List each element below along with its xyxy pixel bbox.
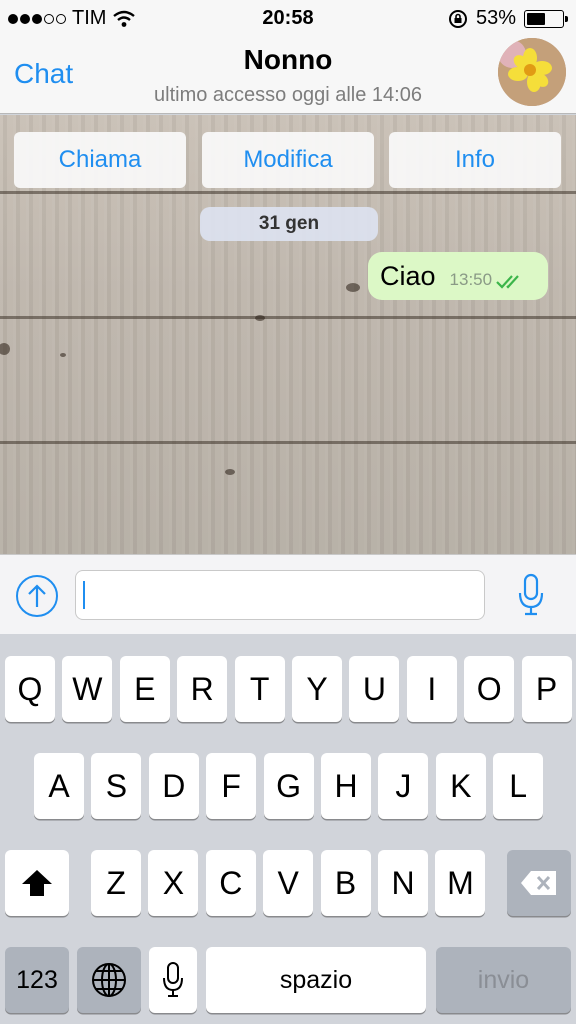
key-e[interactable]: E — [119, 656, 170, 722]
backspace-icon — [521, 871, 556, 895]
message-time: 13:50 — [449, 270, 493, 289]
key-z[interactable]: Z — [91, 850, 141, 916]
key-j[interactable]: J — [378, 753, 429, 819]
microphone-icon — [163, 962, 183, 997]
key-s[interactable]: S — [91, 753, 142, 819]
key-q[interactable]: Q — [5, 656, 55, 722]
wood-knot — [346, 283, 360, 292]
key-k[interactable]: K — [435, 753, 486, 819]
text-caret — [83, 581, 85, 609]
key-u[interactable]: U — [349, 656, 400, 722]
key-t[interactable]: T — [234, 656, 285, 722]
dictation-key[interactable] — [149, 947, 197, 1013]
key-h[interactable]: H — [321, 753, 371, 819]
return-key[interactable]: invio — [436, 947, 571, 1013]
key-p[interactable]: P — [521, 656, 572, 722]
key-o[interactable]: O — [464, 656, 515, 722]
key-a[interactable]: A — [34, 753, 84, 819]
key-l[interactable]: L — [493, 753, 544, 819]
globe-icon — [92, 963, 126, 997]
delete-key[interactable] — [507, 850, 571, 916]
outgoing-message-bubble[interactable]: Ciao 13:50 — [368, 252, 548, 300]
arrow-up-icon — [28, 584, 46, 607]
rotation-lock-icon — [448, 9, 467, 28]
call-button[interactable]: Chiama — [14, 132, 186, 188]
space-key[interactable]: spazio — [206, 947, 426, 1013]
battery-percent: 53% — [475, 7, 516, 29]
key-n[interactable]: N — [378, 850, 428, 916]
voice-message-button[interactable] — [514, 571, 548, 619]
battery-icon — [524, 9, 568, 28]
key-v[interactable]: V — [263, 850, 314, 916]
key-x[interactable]: X — [148, 850, 199, 916]
wood-knot — [255, 315, 265, 321]
message-text: Ciao — [380, 260, 436, 291]
wood-knot — [225, 469, 235, 475]
keyboard: 123 spazio invio QWERTYUIOP ASDFGHJKL ZXCV… — [0, 634, 576, 1024]
microphone-icon — [518, 573, 544, 616]
chat-background: Chiama Modifica Info 31 gen Ciao 13:50 — [0, 115, 576, 554]
last-seen-status: ultimo accesso oggi alle 14:06 — [154, 84, 422, 106]
key-g[interactable]: G — [263, 753, 314, 819]
key-c[interactable]: C — [205, 850, 256, 916]
wood-knot — [60, 353, 66, 357]
contact-info-button[interactable]: Info — [389, 132, 561, 188]
key-y[interactable]: Y — [292, 656, 342, 722]
status-bar: TIM 20:58 53% — [0, 0, 576, 38]
shift-key[interactable] — [5, 850, 69, 916]
key-f[interactable]: F — [206, 753, 257, 819]
wood-knot — [0, 343, 10, 355]
nav-bar: Chat Nonno ultimo accesso oggi alle 14:0… — [0, 38, 576, 114]
globe-key[interactable] — [77, 947, 141, 1013]
key-d[interactable]: D — [148, 753, 199, 819]
contact-name[interactable]: Nonno — [0, 44, 576, 76]
message-input[interactable] — [75, 570, 485, 620]
read-double-check-icon — [496, 275, 519, 289]
status-right: 53% — [448, 7, 568, 30]
key-w[interactable]: W — [62, 656, 113, 722]
key-b[interactable]: B — [320, 850, 371, 916]
battery-fill — [527, 12, 546, 25]
shift-arrow-icon — [22, 870, 52, 896]
key-r[interactable]: R — [177, 656, 228, 722]
date-separator: 31 gen — [200, 207, 378, 241]
key-m[interactable]: M — [435, 850, 486, 916]
edit-contact-button[interactable]: Modifica — [202, 132, 374, 188]
flower-photo-icon — [498, 38, 566, 106]
attach-button[interactable] — [16, 575, 58, 617]
message-composer — [0, 554, 576, 634]
contact-avatar[interactable] — [498, 38, 566, 106]
key-i[interactable]: I — [406, 656, 457, 722]
numbers-key[interactable]: 123 — [5, 947, 69, 1013]
